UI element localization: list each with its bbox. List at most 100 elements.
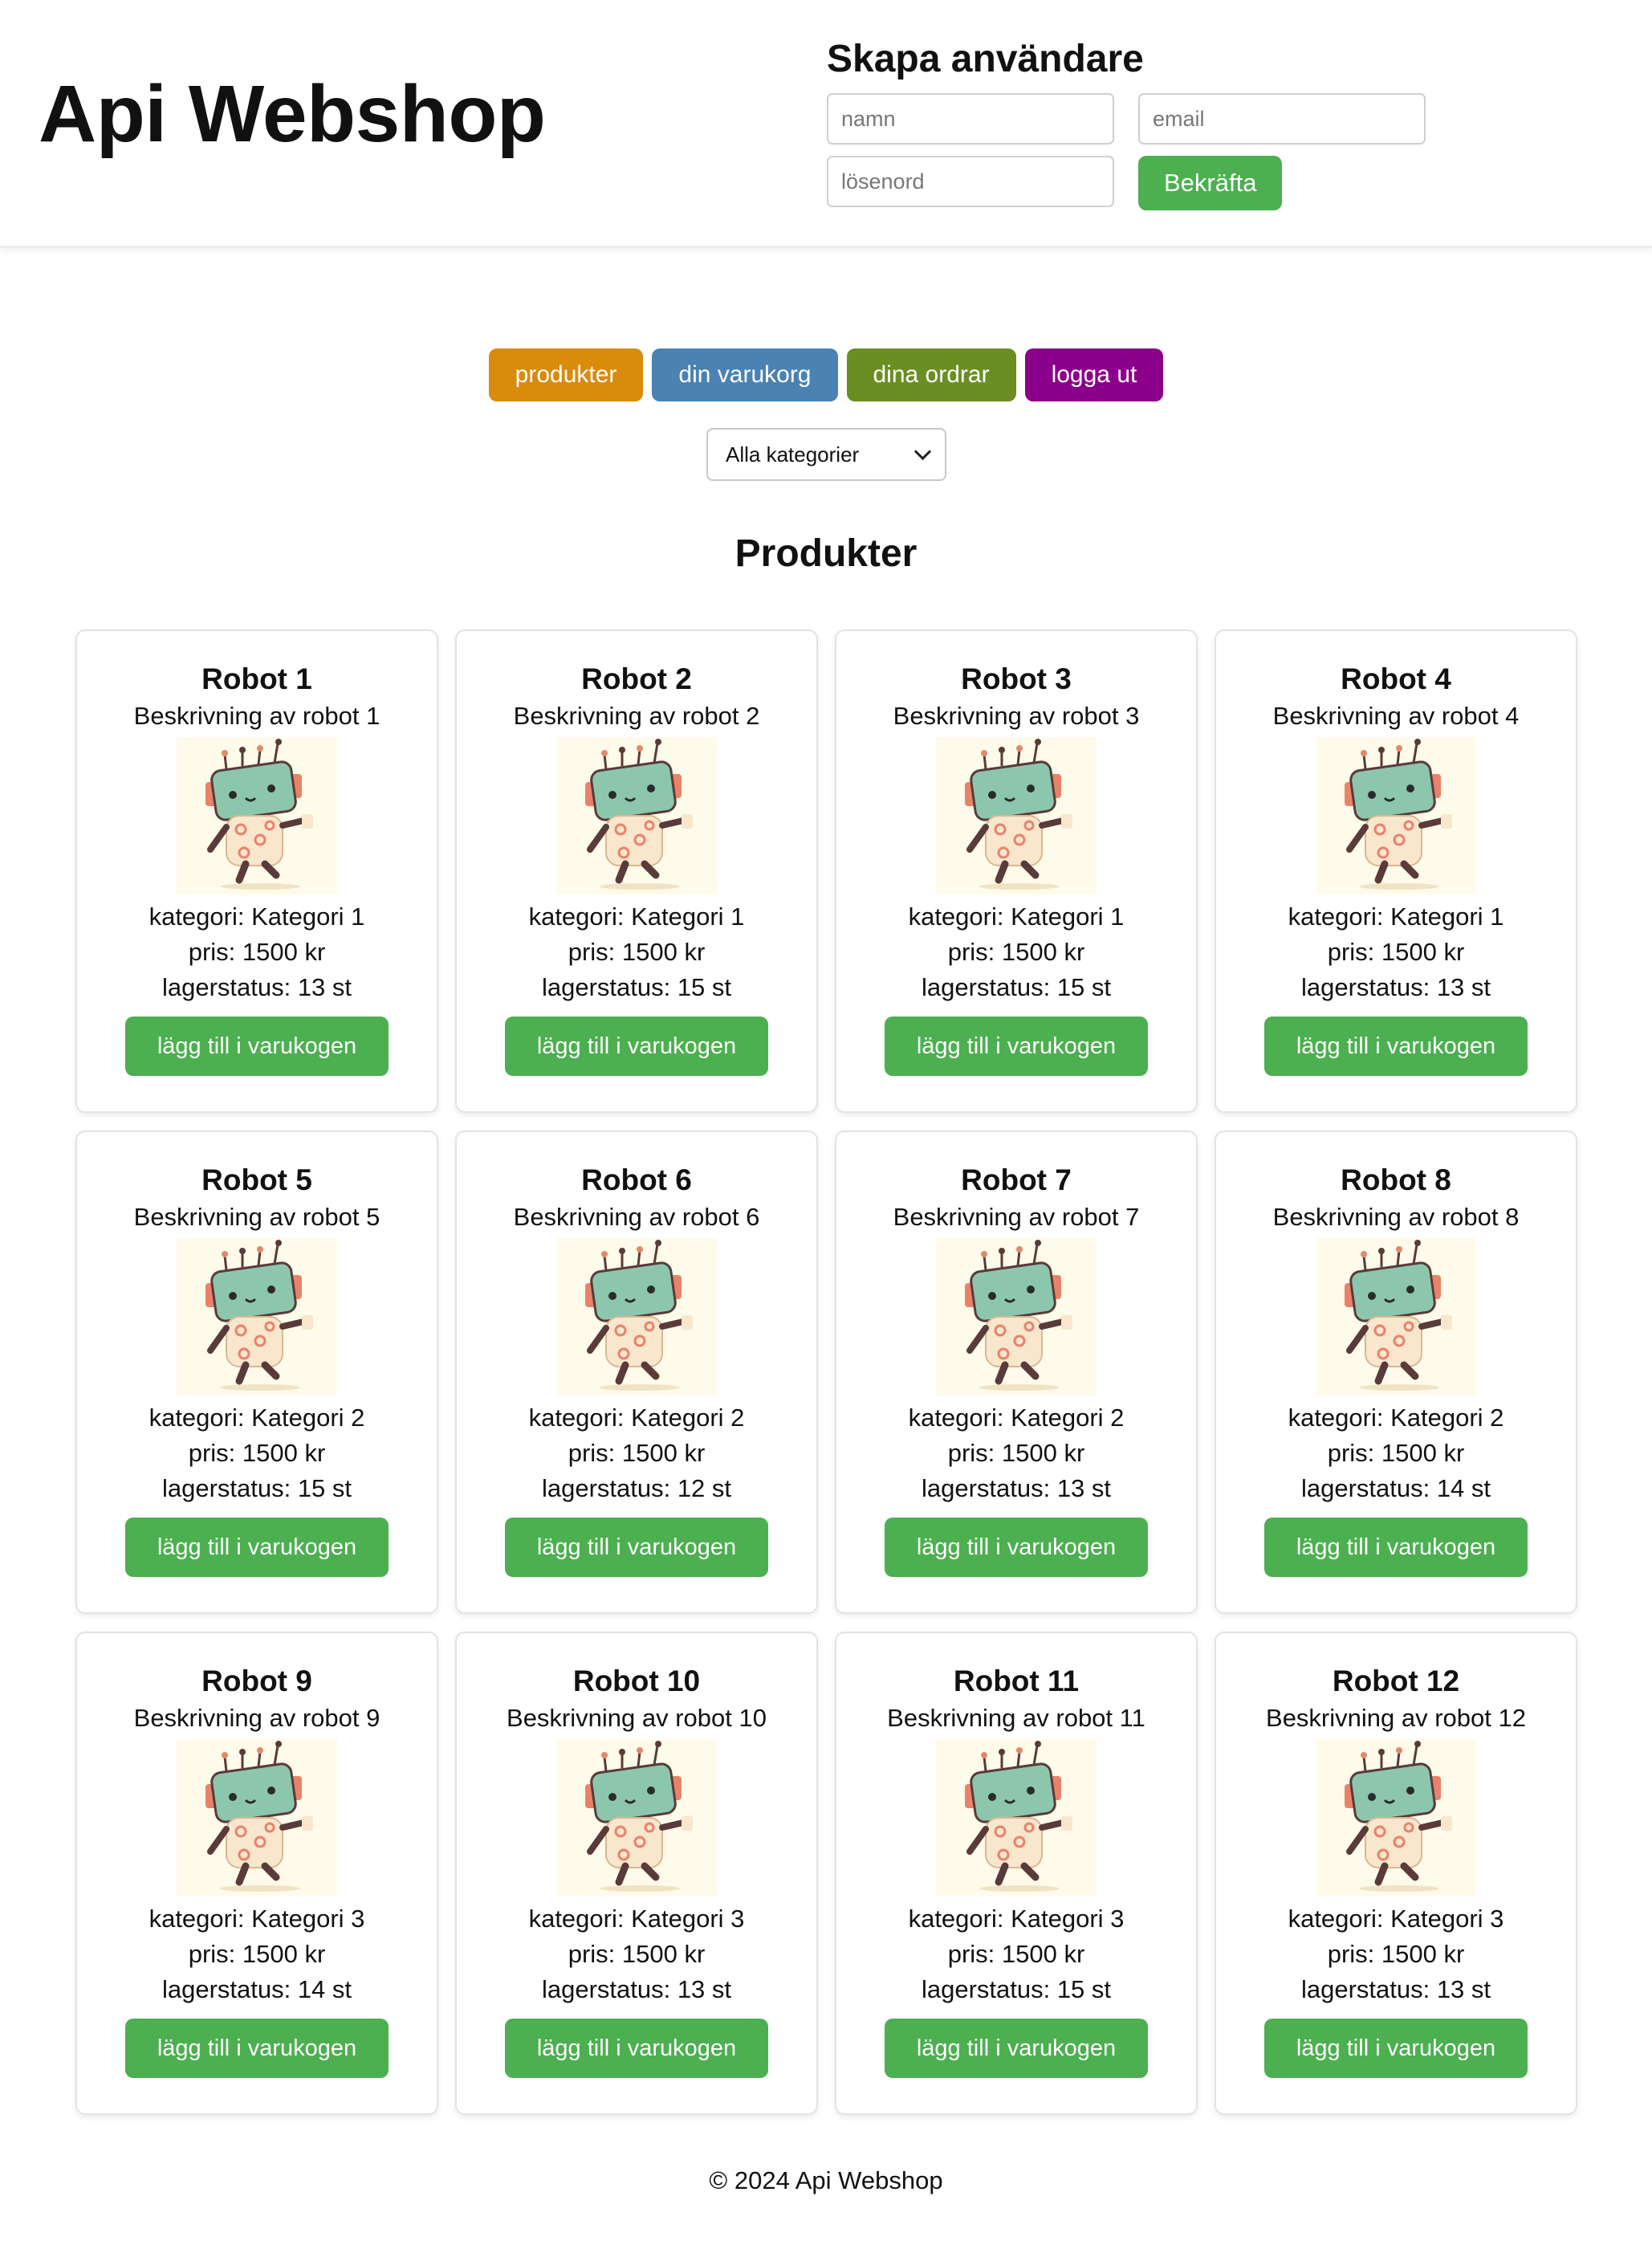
product-stock: lagerstatus: 15 st <box>921 973 1112 1001</box>
add-to-cart-button[interactable]: lägg till i varukogen <box>1263 1518 1528 1577</box>
nav-orders-button[interactable]: dina ordrar <box>846 348 1016 401</box>
product-category: kategori: Kategori 1 <box>528 902 745 931</box>
site-header: Api Webshop Skapa användare Bekräfta <box>0 0 1652 248</box>
product-category: kategori: Kategori 3 <box>1288 1905 1504 1933</box>
product-description: Beskrivning av robot 7 <box>893 1203 1140 1231</box>
product-name: Robot 10 <box>572 1664 701 1697</box>
product-category: kategori: Kategori 3 <box>149 1905 365 1933</box>
add-to-cart-button[interactable]: lägg till i varukogen <box>884 1017 1149 1076</box>
product-meta: kategori: Kategori 2 pris: 1500 kr lager… <box>1216 1400 1576 1506</box>
product-name: Robot 1 <box>201 662 312 695</box>
product-stock: lagerstatus: 15 st <box>541 973 732 1001</box>
product-name: Robot 8 <box>1341 1163 1451 1196</box>
product-description: Beskrivning av robot 3 <box>893 702 1140 730</box>
robot-image <box>556 1739 717 1897</box>
product-price: pris: 1500 kr <box>188 938 326 966</box>
product-card: Robot 4 Beskrivning av robot 4 kategori:… <box>1215 629 1577 1113</box>
robot-image <box>556 737 717 894</box>
product-price: pris: 1500 kr <box>188 1439 326 1467</box>
product-description: Beskrivning av robot 9 <box>133 1704 380 1732</box>
nav-cart-button[interactable]: din varukorg <box>652 348 838 401</box>
product-stock: lagerstatus: 13 st <box>1300 1975 1491 2003</box>
add-to-cart-button[interactable]: lägg till i varukogen <box>124 2019 389 2078</box>
product-card: Robot 2 Beskrivning av robot 2 kategori:… <box>455 629 818 1113</box>
product-price: pris: 1500 kr <box>568 1940 706 1968</box>
add-to-cart-button[interactable]: lägg till i varukogen <box>124 1518 389 1577</box>
robot-image <box>936 737 1097 894</box>
product-card: Robot 6 Beskrivning av robot 6 kategori:… <box>455 1131 818 1614</box>
product-stock: lagerstatus: 14 st <box>1300 1474 1491 1502</box>
footer-text: © 2024 Api Webshop <box>709 2166 943 2194</box>
product-card: Robot 12 Beskrivning av robot 12 kategor… <box>1215 1632 1577 2115</box>
nav-products-button[interactable]: produkter <box>488 348 644 401</box>
product-description: Beskrivning av robot 2 <box>513 702 760 730</box>
add-to-cart-button[interactable]: lägg till i varukogen <box>884 1518 1149 1577</box>
product-name: Robot 9 <box>201 1664 312 1697</box>
signup-title: Skapa användare <box>827 38 1144 80</box>
product-card: Robot 10 Beskrivning av robot 10 kategor… <box>455 1632 818 2115</box>
product-stock: lagerstatus: 13 st <box>1300 973 1491 1001</box>
product-card: Robot 8 Beskrivning av robot 8 kategori:… <box>1215 1131 1577 1614</box>
products-title: Produkter <box>734 532 918 575</box>
add-to-cart-button[interactable]: lägg till i varukogen <box>504 2019 769 2078</box>
email-input[interactable] <box>1138 93 1426 145</box>
product-price: pris: 1500 kr <box>947 938 1085 966</box>
confirm-button[interactable]: Bekräfta <box>1138 156 1283 210</box>
robot-image <box>936 1739 1097 1897</box>
add-to-cart-button[interactable]: lägg till i varukogen <box>884 2019 1149 2078</box>
product-card: Robot 1 Beskrivning av robot 1 kategori:… <box>75 629 438 1113</box>
robot-image <box>936 1238 1097 1395</box>
product-description: Beskrivning av robot 11 <box>887 1704 1145 1732</box>
product-description: Beskrivning av robot 8 <box>1272 1203 1520 1231</box>
category-select[interactable]: Alla kategorier <box>706 428 946 481</box>
add-to-cart-button[interactable]: lägg till i varukogen <box>124 1017 389 1076</box>
product-meta: kategori: Kategori 3 pris: 1500 kr lager… <box>77 1901 437 2007</box>
product-category: kategori: Kategori 3 <box>528 1905 745 1933</box>
product-category: kategori: Kategori 1 <box>149 902 365 931</box>
add-to-cart-button[interactable]: lägg till i varukogen <box>1263 2019 1528 2078</box>
add-to-cart-button[interactable]: lägg till i varukogen <box>1263 1017 1528 1076</box>
robot-image <box>177 737 337 894</box>
product-meta: kategori: Kategori 3 pris: 1500 kr lager… <box>457 1901 816 2007</box>
product-price: pris: 1500 kr <box>568 938 706 966</box>
product-name: Robot 7 <box>961 1163 1072 1196</box>
product-stock: lagerstatus: 12 st <box>541 1474 732 1502</box>
nav-logout-button[interactable]: logga ut <box>1024 348 1164 401</box>
main-nav: produkter din varukorg dina ordrar logga… <box>0 348 1652 401</box>
product-meta: kategori: Kategori 1 pris: 1500 kr lager… <box>836 899 1196 1005</box>
product-price: pris: 1500 kr <box>1327 1940 1465 1968</box>
product-card: Robot 11 Beskrivning av robot 11 kategor… <box>835 1632 1198 2115</box>
name-input[interactable] <box>827 93 1114 145</box>
product-price: pris: 1500 kr <box>1327 1439 1465 1467</box>
product-meta: kategori: Kategori 2 pris: 1500 kr lager… <box>457 1400 816 1506</box>
signup-form: Skapa användare Bekräfta <box>827 35 1437 210</box>
product-name: Robot 6 <box>581 1163 692 1196</box>
product-description: Beskrivning av robot 1 <box>133 702 380 730</box>
product-name: Robot 12 <box>1332 1664 1460 1697</box>
product-meta: kategori: Kategori 2 pris: 1500 kr lager… <box>77 1400 437 1506</box>
product-stock: lagerstatus: 15 st <box>921 1975 1112 2003</box>
robot-image <box>556 1238 717 1395</box>
product-card: Robot 7 Beskrivning av robot 7 kategori:… <box>835 1131 1198 1614</box>
product-category: kategori: Kategori 2 <box>149 1404 365 1432</box>
add-to-cart-button[interactable]: lägg till i varukogen <box>504 1017 769 1076</box>
product-stock: lagerstatus: 13 st <box>921 1474 1112 1502</box>
product-meta: kategori: Kategori 2 pris: 1500 kr lager… <box>836 1400 1196 1506</box>
product-stock: lagerstatus: 14 st <box>161 1975 352 2003</box>
product-price: pris: 1500 kr <box>188 1940 326 1968</box>
product-description: Beskrivning av robot 5 <box>133 1203 380 1231</box>
product-description: Beskrivning av robot 6 <box>513 1203 760 1231</box>
product-grid: Robot 1 Beskrivning av robot 1 kategori:… <box>75 629 1577 2115</box>
product-name: Robot 4 <box>1341 662 1451 695</box>
site-title: Api Webshop <box>39 69 546 159</box>
product-category: kategori: Kategori 2 <box>908 1404 1125 1432</box>
product-description: Beskrivning av robot 12 <box>1266 1704 1526 1732</box>
product-stock: lagerstatus: 15 st <box>161 1474 352 1502</box>
product-description: Beskrivning av robot 4 <box>1272 702 1520 730</box>
robot-image <box>177 1739 337 1897</box>
product-card: Robot 5 Beskrivning av robot 5 kategori:… <box>75 1131 438 1614</box>
product-name: Robot 2 <box>581 662 692 695</box>
robot-image <box>1316 737 1476 894</box>
password-input[interactable] <box>827 156 1114 207</box>
add-to-cart-button[interactable]: lägg till i varukogen <box>504 1518 769 1577</box>
